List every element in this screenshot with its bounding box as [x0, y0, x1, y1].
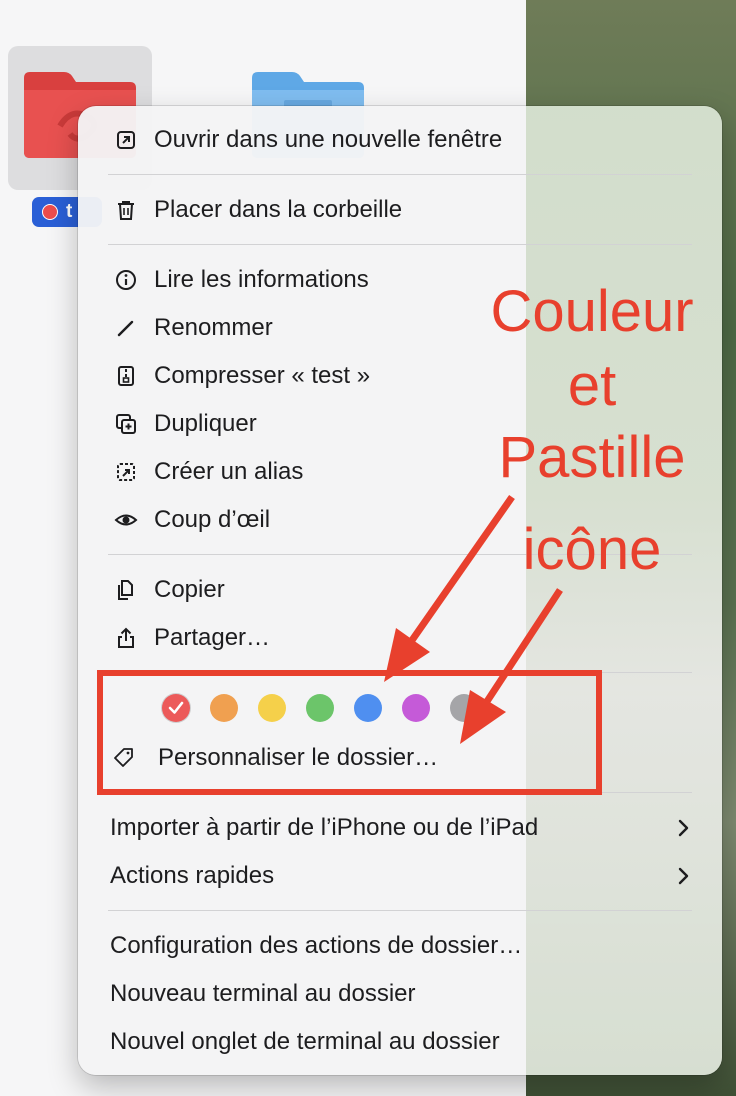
menu-item-move-to-trash[interactable]: Placer dans la corbeille: [78, 188, 722, 232]
trash-icon: [118, 201, 134, 220]
share-icon: [118, 627, 134, 648]
info-icon: [116, 270, 136, 290]
menu-item-quick-actions[interactable]: Actions rapides: [78, 854, 722, 898]
chevron-right-icon: [678, 819, 689, 837]
context-menu: Ouvrir dans une nouvelle fenêtre Placer …: [78, 106, 722, 1075]
alias-icon: [117, 463, 135, 481]
open-window-icon: [117, 131, 135, 149]
pencil-icon: [117, 320, 134, 337]
annotation-text-couleur: Couleur: [490, 279, 694, 344]
menu-item-share[interactable]: Partager…: [78, 616, 722, 660]
copy-icon: [118, 580, 133, 600]
annotation-text-pastille: Pastille: [498, 425, 686, 490]
duplicate-icon: [116, 414, 136, 434]
separator: [108, 910, 692, 911]
menu-item-new-terminal[interactable]: Nouveau terminal au dossier: [78, 972, 722, 1016]
archive-icon: [118, 366, 134, 386]
menu-item-new-terminal-tab[interactable]: Nouvel onglet de terminal au dossier: [78, 1020, 722, 1064]
annotation-text-icone: icône: [522, 517, 662, 582]
red-tag-dot: [42, 204, 58, 220]
file-name-label: t: [66, 201, 73, 222]
separator: [108, 174, 692, 175]
annotation-text-et: et: [567, 353, 617, 418]
chevron-right-icon: [678, 867, 689, 885]
menu-item-open-new-window[interactable]: Ouvrir dans une nouvelle fenêtre: [78, 118, 722, 162]
separator: [108, 244, 692, 245]
menu-item-import-from-iphone[interactable]: Importer à partir de l’iPhone ou de l’iP…: [78, 806, 722, 850]
eye-icon: [114, 514, 138, 526]
annotation-highlight-box: [97, 670, 602, 795]
menu-item-folder-actions-setup[interactable]: Configuration des actions de dossier…: [78, 924, 722, 968]
